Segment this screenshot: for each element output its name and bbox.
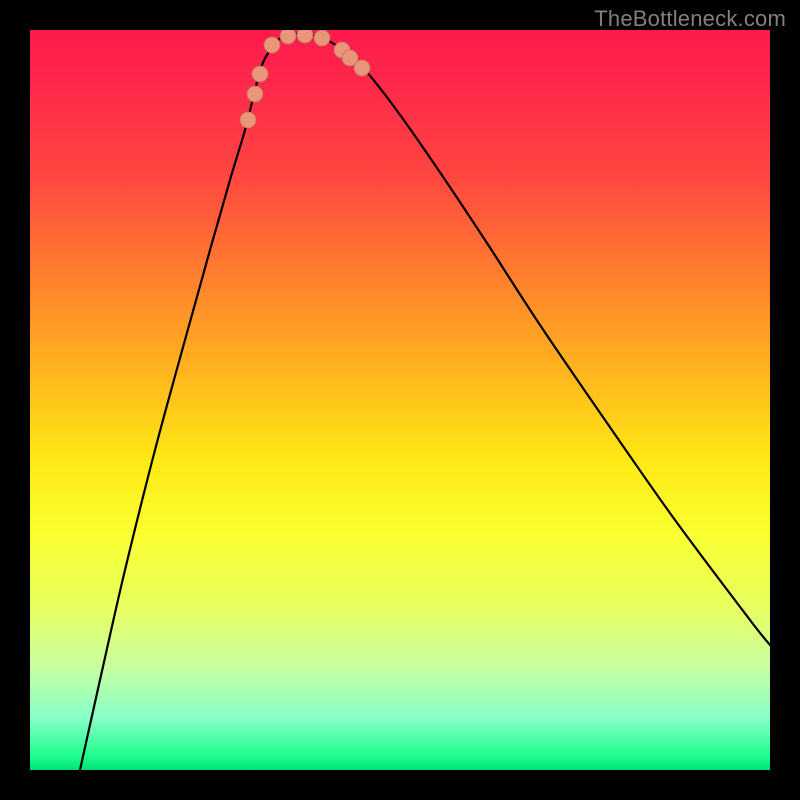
- marker-dot: [264, 37, 280, 53]
- marker-dot: [252, 66, 268, 82]
- plot-area: [30, 30, 770, 770]
- bottleneck-curve-path: [80, 34, 770, 770]
- watermark-text: TheBottleneck.com: [594, 6, 786, 32]
- marker-dot: [280, 30, 296, 44]
- marker-dot: [247, 86, 263, 102]
- chart-stage: TheBottleneck.com: [0, 0, 800, 800]
- marker-group: [240, 30, 370, 128]
- marker-dot: [314, 30, 330, 46]
- marker-dot: [354, 60, 370, 76]
- marker-dot: [297, 30, 313, 43]
- marker-dot: [240, 112, 256, 128]
- curve-layer: [30, 30, 770, 770]
